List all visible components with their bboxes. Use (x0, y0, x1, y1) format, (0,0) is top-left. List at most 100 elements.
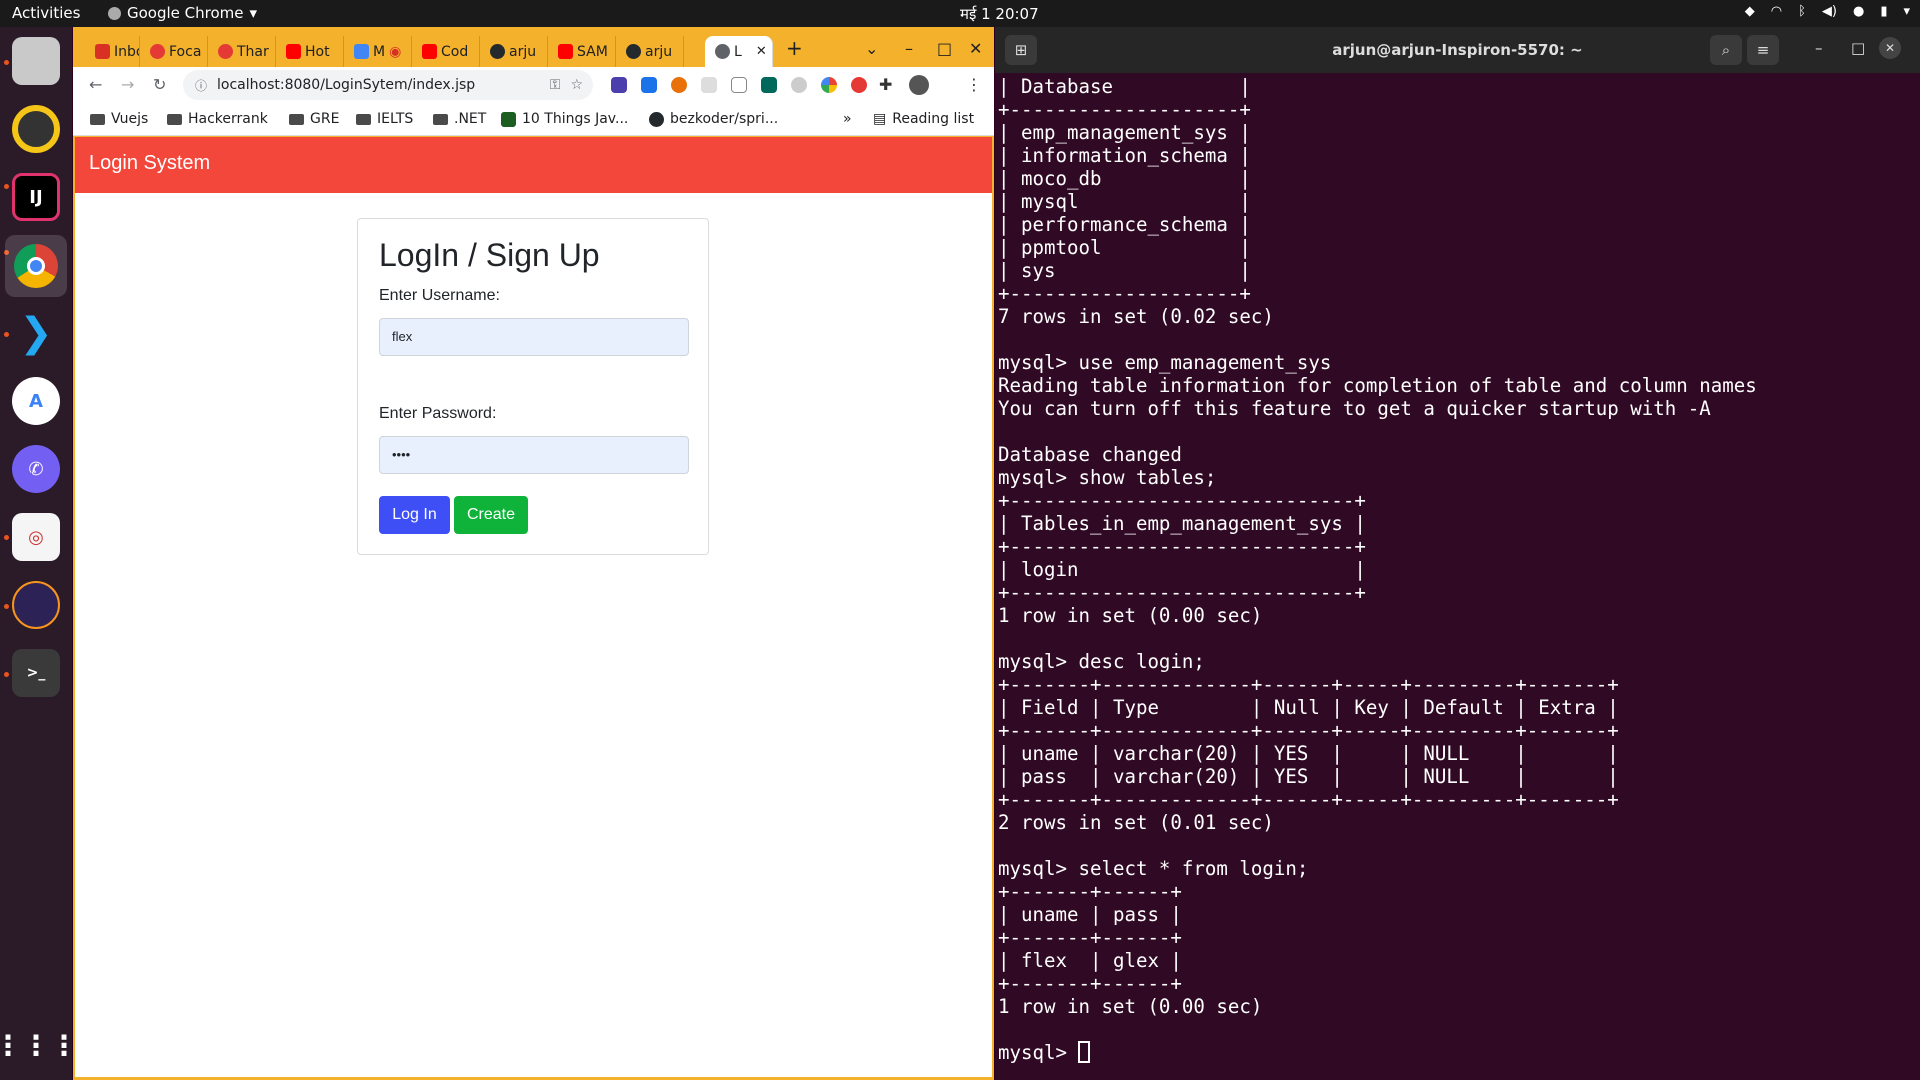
terminal-line: +--------------------+ (998, 98, 1251, 121)
viber-icon[interactable]: ✆ (12, 445, 60, 493)
extension-icon[interactable] (761, 77, 777, 93)
search-icon[interactable]: ⌕ (1710, 35, 1742, 65)
eclipse-icon[interactable] (12, 581, 60, 629)
minimize-icon[interactable]: – (905, 39, 913, 58)
navbar: Login System (75, 137, 992, 193)
create-button[interactable]: Create (454, 496, 528, 534)
terminal-line: | pass | varchar(20) | YES | | NULL | | (998, 765, 1619, 788)
tab-label: M (373, 43, 386, 60)
extension-icon[interactable] (641, 77, 657, 93)
chrome-dock-icon[interactable] (5, 235, 67, 297)
reload-icon[interactable]: ↻ (153, 75, 166, 94)
tab-6[interactable]: Cod (412, 36, 480, 67)
terminal-output[interactable]: | Database | +--------------------+ | emp_… (998, 75, 1757, 1064)
terminal-line: mysql> use emp_management_sys (998, 351, 1332, 374)
bookmark-label: 10 Things Jav... (522, 111, 629, 127)
back-icon[interactable]: ← (89, 75, 102, 94)
bookmark-10-things[interactable]: 10 Things Jav... (501, 111, 628, 127)
files-icon[interactable] (12, 37, 60, 85)
new-tab-button[interactable]: + (786, 36, 803, 60)
bookmark-folder-vuejs[interactable]: Vuejs (90, 111, 148, 127)
username-input[interactable]: flex (379, 318, 689, 356)
bookmark-bezkoder[interactable]: bezkoder/spri... (649, 111, 778, 127)
extension-icon[interactable] (671, 77, 687, 93)
android-studio-icon[interactable]: A (12, 377, 60, 425)
bookmark-folder-hackerrank[interactable]: Hackerrank (167, 111, 268, 127)
tab-label: Foca (169, 43, 202, 60)
terminal-prompt: mysql> (998, 1041, 1079, 1064)
app-menu[interactable]: Google Chrome ▾ (108, 4, 257, 22)
activities-button[interactable]: Activities (12, 4, 80, 22)
tab-8[interactable]: SAM (548, 36, 616, 67)
tab-7[interactable]: arju (480, 36, 548, 67)
extension-icon[interactable] (821, 77, 837, 93)
maximize-icon[interactable]: □ (1851, 39, 1865, 57)
bookmark-label: Vuejs (111, 111, 149, 127)
puzzle-extensions-icon[interactable]: ✚ (879, 75, 892, 94)
tab-3[interactable]: Thar (208, 36, 276, 67)
tab-search-icon[interactable]: ⌄ (865, 39, 878, 58)
tab-1[interactable]: Inbo (85, 36, 140, 67)
terminal-line: +------------------------------+ (998, 535, 1366, 558)
folder-icon (289, 113, 304, 125)
chevron-down-icon: ▾ (249, 4, 258, 22)
show-applications-icon[interactable]: ⋮⋮⋮ (0, 1021, 78, 1069)
clock[interactable]: मई 1 20:07 (960, 4, 1039, 24)
navbar-brand[interactable]: Login System (89, 152, 210, 174)
opera-icon[interactable] (851, 77, 867, 93)
extension-icon[interactable] (791, 77, 807, 93)
terminal-line: | Field | Type | Null | Key | Default | … (998, 696, 1619, 719)
forward-icon[interactable]: → (121, 75, 134, 94)
tab-9[interactable]: arju (616, 36, 684, 67)
minimize-icon[interactable]: – (1815, 39, 1823, 57)
url-text: localhost:8080/LoginSytem/index.jsp (217, 77, 476, 93)
bookmarks-overflow[interactable]: » (843, 111, 852, 127)
document-viewer-icon[interactable]: ◎ (12, 513, 60, 561)
terminal-line: Reading table information for completion… (998, 374, 1757, 397)
terminal-prompt-line[interactable]: mysql> (998, 1041, 1757, 1064)
password-input[interactable]: •••• (379, 436, 689, 474)
terminal-line: 2 rows in set (0.01 sec) (998, 811, 1274, 834)
more-menu-icon[interactable]: ⋮ (966, 75, 982, 94)
vscode-icon[interactable]: ❯ (12, 309, 60, 357)
terminal-icon[interactable]: >_ (12, 649, 60, 697)
terminal-line: +-------+------+ (998, 880, 1182, 903)
bluetooth-icon: ᛒ (1798, 4, 1806, 19)
focus-icon (150, 44, 165, 59)
youtube-icon (422, 44, 437, 59)
intellij-icon[interactable]: IJ (12, 173, 60, 221)
login-button[interactable]: Log In (379, 496, 450, 534)
bookmark-folder-gre[interactable]: GRE (289, 111, 339, 127)
close-window-icon[interactable]: ✕ (1879, 37, 1901, 59)
profile-avatar[interactable] (909, 75, 929, 95)
password-label: Enter Password: (379, 405, 497, 422)
browser-toolbar: ← → ↻ ⓘ localhost:8080/LoginSytem/index.… (73, 67, 994, 103)
bookmarks-bar: Vuejs Hackerrank GRE IELTS .NET 10 Thing… (73, 103, 994, 136)
address-bar[interactable]: ⓘ localhost:8080/LoginSytem/index.jsp ⚿ … (183, 70, 593, 100)
close-tab-icon[interactable]: ✕ (756, 44, 767, 59)
extension-icon[interactable] (701, 77, 717, 93)
star-icon[interactable]: ☆ (570, 77, 583, 93)
hamburger-menu-icon[interactable]: ≡ (1747, 35, 1779, 65)
reading-list-button[interactable]: ▤ Reading list (873, 111, 974, 127)
tab-active[interactable]: L ✕ (705, 36, 773, 67)
microphone-icon: ● (1852, 4, 1865, 19)
bookmark-folder-net[interactable]: .NET (433, 111, 486, 127)
rhythmbox-icon[interactable] (12, 105, 60, 153)
bookmark-folder-ielts[interactable]: IELTS (356, 111, 413, 127)
reading-list-icon: ▤ (873, 111, 887, 127)
terminal-line: +--------------------+ (998, 282, 1251, 305)
tab-2[interactable]: Foca (140, 36, 208, 67)
wifi-icon: ◠ (1770, 4, 1783, 19)
close-window-icon[interactable]: ✕ (969, 39, 982, 58)
extension-icon[interactable] (731, 77, 747, 93)
system-tray[interactable]: ◆ ◠ ᛒ ◀) ● ▮ ▾ (1745, 4, 1910, 19)
folder-icon (167, 113, 182, 125)
terminal-line: +-------+------+ (998, 926, 1182, 949)
key-icon[interactable]: ⚿ (550, 77, 561, 93)
maximize-icon[interactable]: □ (937, 39, 952, 58)
tab-5[interactable]: M ◉ (344, 36, 412, 67)
extension-icon[interactable] (611, 77, 627, 93)
tab-4[interactable]: Hot (276, 36, 344, 67)
